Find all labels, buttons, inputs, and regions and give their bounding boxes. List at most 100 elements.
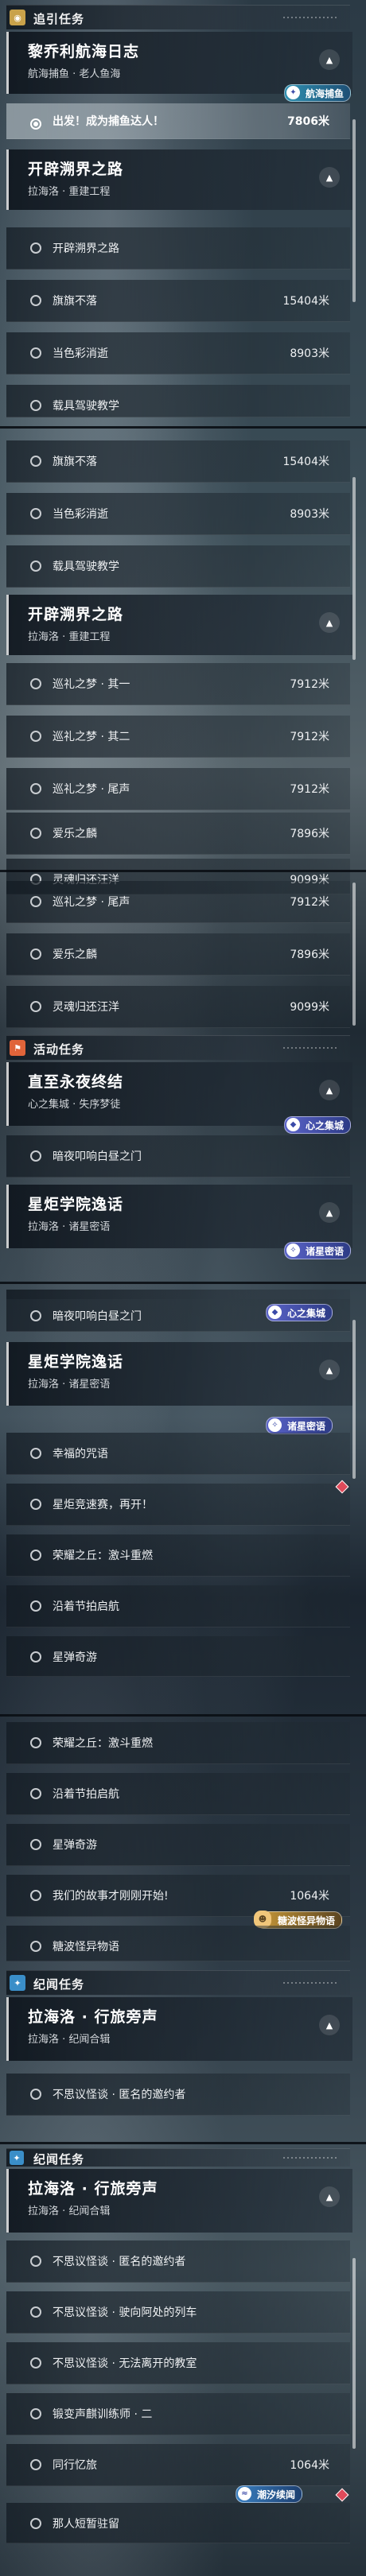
radio-icon [30, 561, 41, 572]
quest-card-academy[interactable]: 星炬学院逸话 拉海洛 · 诸星密语 ▲ ✧ 诸星密语 [6, 1185, 352, 1259]
task-item-glory-5[interactable]: 荣耀之丘：激斗重燃 [6, 1722, 350, 1764]
task-item-love[interactable]: 爱乐之麟 7896米 [6, 813, 350, 855]
task-item-witch[interactable]: 那人短暂驻留 [6, 2503, 350, 2543]
radio-icon [30, 783, 41, 794]
radio-icon [30, 1890, 41, 1901]
task-item-glory[interactable]: 荣耀之丘：激斗重燃 [6, 1534, 350, 1577]
radio-icon [30, 1651, 41, 1662]
radio-icon [30, 1499, 41, 1510]
task-item-open-road[interactable]: 开辟溯界之路 [6, 227, 350, 270]
radio-icon [30, 2357, 41, 2368]
heart-city-icon: ◆ [286, 1118, 300, 1131]
task-item-invite[interactable]: 不思议怪谈 · 匿名的邀约者 [6, 2074, 350, 2116]
task-item-flag-2[interactable]: 旗旗不落 15404米 [6, 440, 350, 483]
radio-icon [30, 1788, 41, 1799]
divider [0, 2142, 366, 2144]
radio-icon [30, 949, 41, 960]
chevron-up-icon[interactable]: ▲ [319, 1360, 340, 1380]
quest-tag: ✦ 航海捕鱼 [283, 84, 351, 102]
chevron-up-icon[interactable]: ▲ [319, 1080, 340, 1100]
scrollbar[interactable] [352, 2258, 356, 2449]
task-item-flag[interactable]: 旗旗不落 15404米 [6, 280, 350, 322]
task-item-soul-3[interactable]: 灵魂归还汪洋 9099米 [6, 986, 350, 1028]
task-item-dream-end[interactable]: 巡礼之梦 · 尾声 7912米 [6, 768, 350, 810]
quest-card-lahailuo-6[interactable]: 拉海洛 · 行旅旁声 拉海洛 · 纪闻合辑 ▲ [6, 2169, 352, 2233]
quest-card-academy-4[interactable]: 星炬学院逸话 拉海洛 · 诸星密语 ▲ [6, 1342, 352, 1406]
radio-icon [30, 1737, 41, 1748]
section-header-event[interactable]: ⚑ 活动任务 [6, 1035, 350, 1060]
task-item-companion[interactable]: 同行忆旅 1064米 [6, 2444, 350, 2486]
chevron-up-icon[interactable]: ▲ [319, 1202, 340, 1223]
radio-icon [30, 456, 41, 467]
task-item-vehicle-2[interactable]: 载具驾驶教学 [6, 545, 350, 588]
quest-title: 开辟溯界之路 [28, 606, 124, 623]
task-item-vehicle[interactable]: 载具驾驶教学 [6, 385, 350, 417]
task-item-festival-5[interactable]: 沿着节拍启航 [6, 1773, 350, 1815]
list-top-edge [6, 1290, 350, 1299]
radio-icon [30, 400, 41, 411]
section-header-chronicle[interactable]: ✦ 纪闻任务 [6, 1970, 350, 1995]
radio-icon [30, 1448, 41, 1459]
task-item-rainbow[interactable]: 当色彩消逝 8903米 [6, 332, 350, 374]
task-item-dream1[interactable]: 巡礼之梦 · 其一 7912米 [6, 663, 350, 705]
task-item-curse[interactable]: 幸福的咒语 [6, 1433, 350, 1475]
radio-icon [30, 678, 41, 689]
task-item-catch[interactable]: 出发！成为捕鱼达人！ 7806米 [6, 103, 350, 139]
divider [0, 870, 366, 872]
tag-tide: ≈ 潮汐续闻 [236, 2485, 303, 2503]
quest-card-open[interactable]: 开辟溯界之路 拉海洛 · 重建工程 ▲ [6, 149, 352, 210]
quest-title: 星炬学院逸话 [28, 1196, 124, 1213]
quest-card-lahailuo[interactable]: 拉海洛 · 行旅旁声 拉海洛 · 纪闻合辑 ▲ [6, 1997, 352, 2061]
radio-icon [30, 2306, 41, 2318]
chevron-up-icon[interactable]: ▲ [319, 167, 340, 188]
task-item-darkgate[interactable]: 暗夜叩响白昼之门 [6, 1135, 350, 1177]
task-item-rainbow-2[interactable]: 当色彩消逝 8903米 [6, 493, 350, 535]
sparkle-icon: ✦ [10, 2151, 24, 2165]
task-item-dream2[interactable]: 巡礼之梦 · 其二 7912米 [6, 716, 350, 758]
radio-icon [30, 1550, 41, 1561]
quest-card-night[interactable]: 直至永夜终结 心之集城 · 失序梦徒 ▲ ◆ 心之集城 [6, 1062, 352, 1134]
tag-heart-city: ◆ 心之集城 [266, 1304, 333, 1321]
radio-icon [30, 2408, 41, 2419]
task-item-starplay-5[interactable]: 星弹奇游 [6, 1824, 350, 1866]
quest-card-lizhou[interactable]: 黎乔利航海日志 航海捕鱼 · 老人鱼海 ▲ ✦ 航海捕鱼 [6, 32, 352, 102]
radio-icon [30, 1941, 41, 1952]
tag-stars-secret: ✧ 诸星密语 [266, 1417, 333, 1434]
task-item-train[interactable]: 不思议怪谈 · 驶向阿处的列车 [6, 2291, 350, 2334]
scrollbar[interactable] [352, 883, 356, 1026]
radio-icon [30, 2459, 41, 2470]
radio-icon [30, 828, 41, 839]
quest-card-open-2[interactable]: 开辟溯界之路 拉海洛 · 重建工程 ▲ [6, 595, 352, 655]
task-item-love-3[interactable]: 爱乐之麟 7896米 [6, 933, 350, 976]
quest-title: 拉海洛 · 行旅旁声 [28, 2008, 158, 2026]
quest-tag: ✧ 诸星密语 [283, 1242, 351, 1259]
chevron-up-icon[interactable]: ▲ [319, 612, 340, 633]
sparkle-icon: ✦ [10, 1975, 25, 1991]
task-item-invite-6[interactable]: 不思议怪谈 · 匿名的邀约者 [6, 2240, 350, 2283]
decorative-dots [283, 1982, 339, 1984]
task-item-starplay[interactable]: 星弹奇游 [6, 1636, 350, 1677]
section-header-chronicle-6[interactable]: ✦ 纪闻任务 [6, 2148, 350, 2167]
quest-title: 黎乔利航海日志 [28, 43, 140, 60]
chevron-up-icon[interactable]: ▲ [319, 2186, 340, 2207]
chevron-up-icon[interactable]: ▲ [319, 2015, 340, 2035]
star-secret-icon: ✧ [286, 1243, 300, 1257]
task-item-festival[interactable]: 沿着节拍启航 [6, 1585, 350, 1627]
radio-icon [30, 896, 41, 907]
task-item-dream-end-3[interactable]: 巡礼之梦 · 尾声 7912米 [6, 881, 350, 923]
section-header-guide[interactable]: ◉ 追引任务 [6, 5, 350, 29]
quest-subtitle: 拉海洛 · 重建工程 [28, 186, 111, 198]
radio-icon [30, 1839, 41, 1850]
task-item-bell[interactable]: 锻变声麒训练师 · 二 [6, 2393, 350, 2435]
scrollbar[interactable] [352, 477, 356, 660]
task-item-classroom[interactable]: 不思议怪谈 · 无法离开的教室 [6, 2342, 350, 2384]
radio-icon [30, 1001, 41, 1012]
chevron-up-icon[interactable]: ▲ [319, 49, 340, 70]
quest-subtitle: 拉海洛 · 诸星密语 [28, 1221, 111, 1233]
scrollbar[interactable] [352, 1320, 356, 1479]
task-item-starbattle[interactable]: 星炬竞速赛，再开！ [6, 1480, 350, 1526]
task-item-candy[interactable]: 糖波怪异物语 [6, 1926, 350, 1961]
scrollbar[interactable] [352, 119, 356, 302]
star-secret-icon: ✧ [268, 1418, 282, 1432]
quest-subtitle: 拉海洛 · 纪闻合辑 [28, 2206, 111, 2217]
